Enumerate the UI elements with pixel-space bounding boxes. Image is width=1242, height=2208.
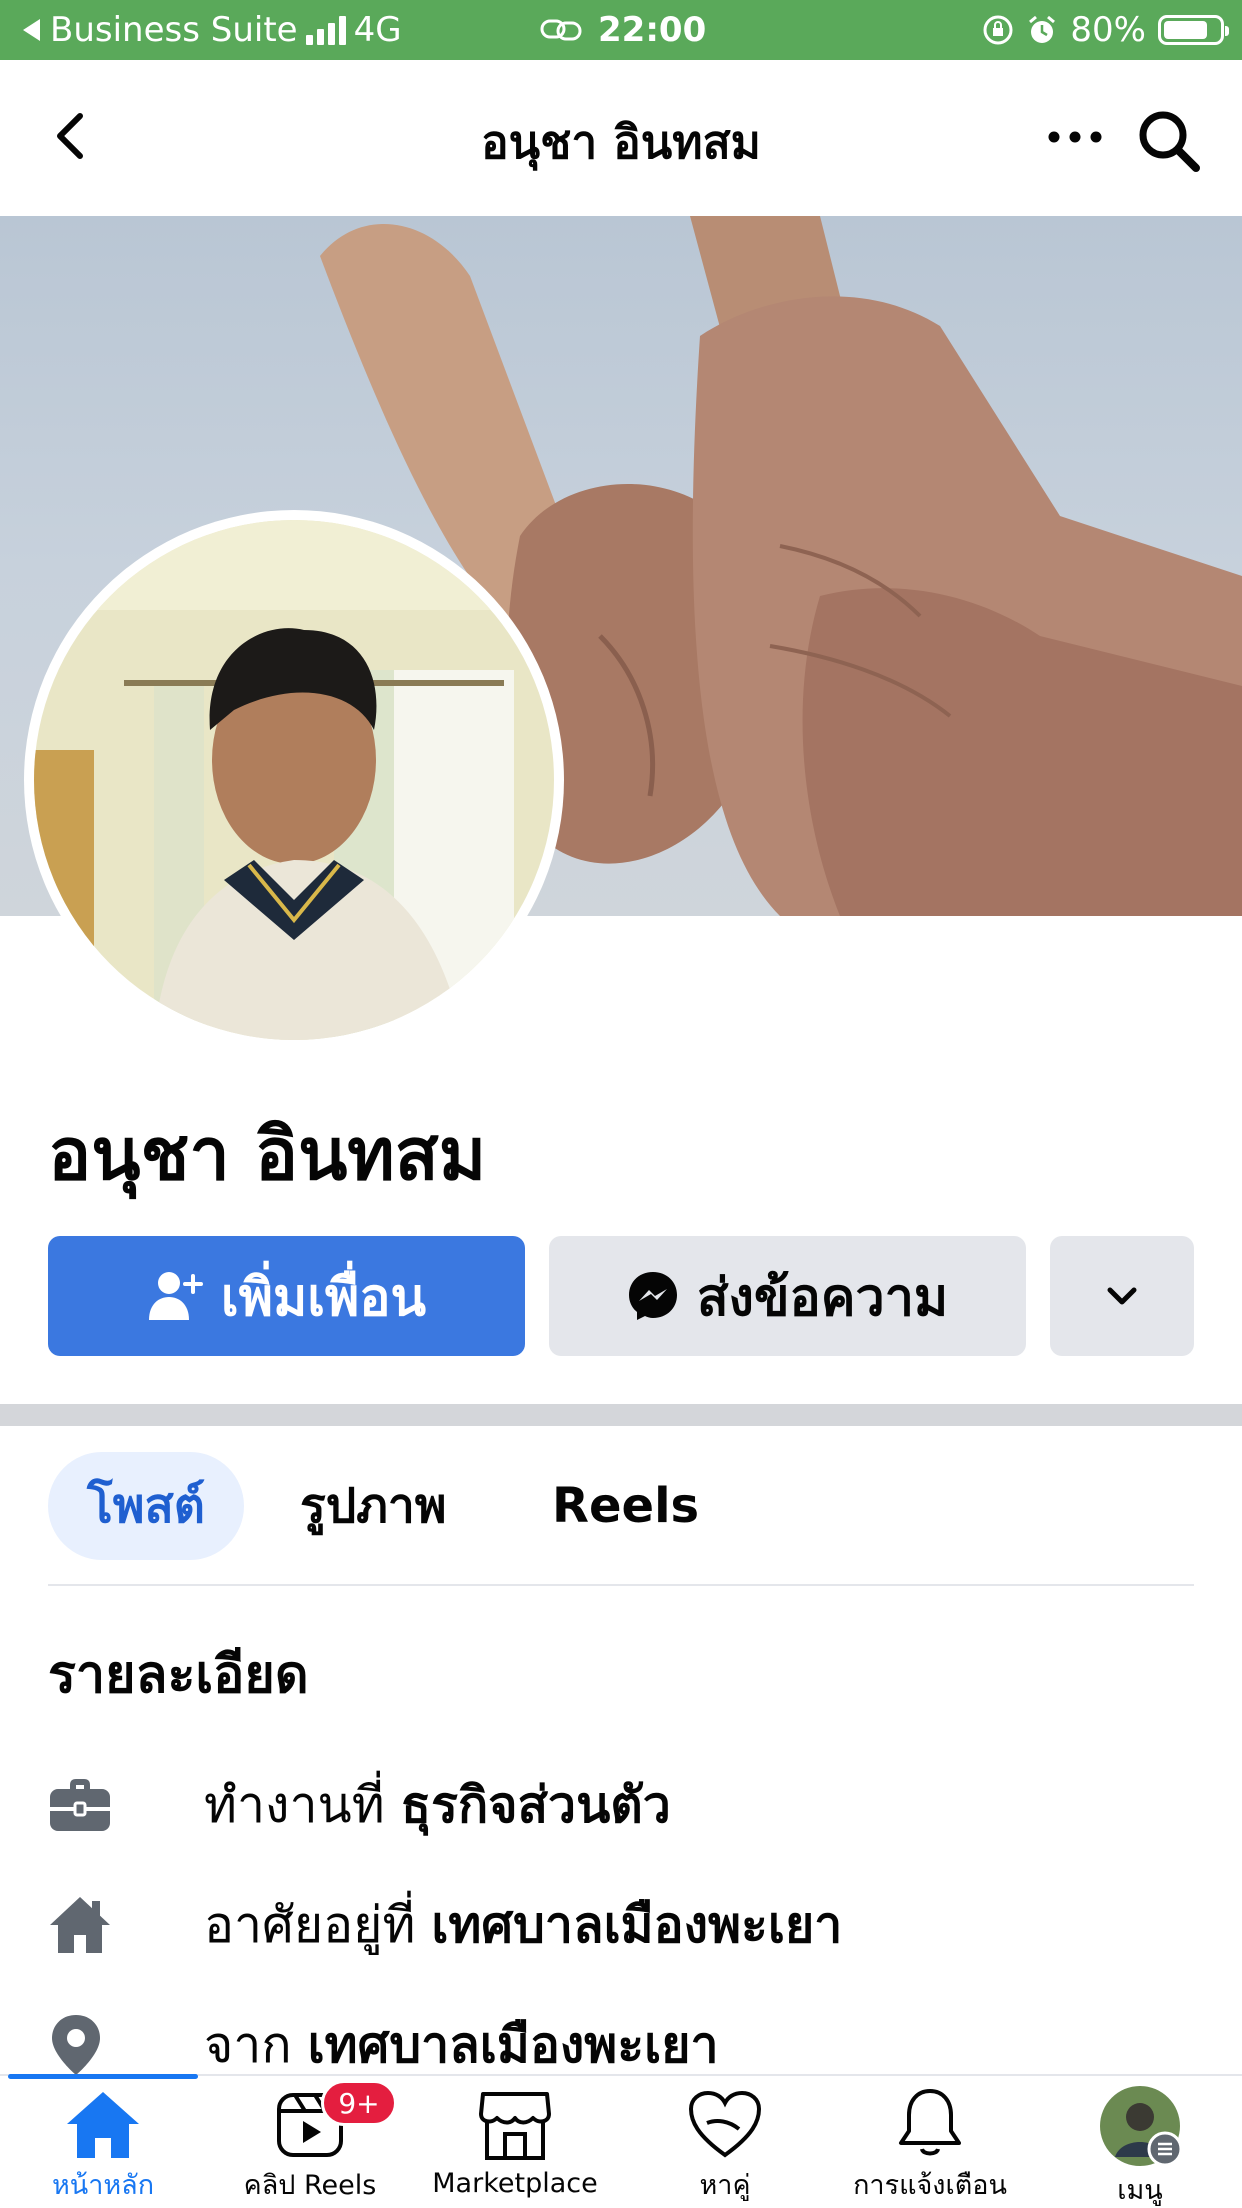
profile-header: อนุชา อินทสม — [0, 60, 1242, 216]
bottom-navigation — [0, 2074, 1242, 2208]
back-to-app[interactable]: Business Suite 4G — [20, 0, 402, 60]
home-icon — [58, 2086, 148, 2161]
detail-row-lives: อาศัยอยู่ที่ เทศบาลเมืองพะเยา — [48, 1880, 842, 1970]
nav-notifications-label: การแจ้งเตือน — [853, 2170, 1007, 2201]
section-divider — [0, 1404, 1242, 1426]
search-button[interactable] — [1134, 106, 1204, 176]
ellipsis-icon — [1048, 131, 1102, 143]
briefcase-icon — [48, 1770, 132, 1840]
send-message-button[interactable]: ส่งข้อความ — [549, 1236, 1026, 1356]
tabs-divider — [48, 1584, 1194, 1586]
shop-icon — [470, 2086, 560, 2166]
status-bar: Business Suite 4G 22:00 80% — [0, 0, 1242, 60]
tab-posts[interactable]: โพสต์ — [48, 1452, 244, 1560]
search-icon — [1139, 111, 1200, 172]
nav-dating-label: หาคู่ — [699, 2170, 751, 2201]
detail-lives-value: เทศบาลเมืองพะเยา — [431, 1895, 843, 1954]
home-icon — [48, 1890, 132, 1960]
active-tab-indicator — [8, 2074, 198, 2079]
battery-fill — [1164, 21, 1208, 39]
nav-marketplace-label: Marketplace — [432, 2168, 598, 2199]
menu-avatar-icon — [1095, 2086, 1185, 2167]
heart-icon — [680, 2086, 770, 2161]
add-friend-label: เพิ่มเพื่อน — [220, 1267, 427, 1328]
detail-lives-prefix: อาศัยอยู่ที่ — [204, 1895, 416, 1954]
nav-dating[interactable]: หาคู่ — [675, 2086, 775, 2206]
nav-home[interactable]: หน้าหลัก — [48, 2086, 158, 2206]
network-type: 4G — [353, 10, 402, 50]
link-icon — [540, 19, 582, 41]
tab-photos[interactable]: รูปภาพ — [300, 1452, 446, 1560]
detail-work-prefix: ทำงานที่ — [204, 1775, 385, 1834]
back-triangle-icon — [23, 19, 40, 41]
detail-from-prefix: จาก — [204, 2015, 292, 2074]
battery-icon — [1158, 15, 1229, 45]
more-options-button[interactable] — [1040, 112, 1110, 162]
battery-percent: 80% — [1070, 10, 1146, 50]
more-actions-button[interactable] — [1050, 1236, 1194, 1356]
location-pin-icon — [48, 2010, 132, 2080]
clock: 22:00 — [598, 10, 707, 50]
back-app-label: Business Suite — [50, 10, 298, 50]
add-friend-icon — [148, 1272, 203, 1320]
chevron-down-icon — [1107, 1287, 1137, 1305]
profile-picture[interactable] — [24, 510, 564, 1050]
detail-work-value: ธุรกิจส่วนตัว — [400, 1775, 671, 1834]
nav-notifications[interactable]: การแจ้งเตือน — [850, 2086, 1010, 2206]
tab-reels[interactable]: Reels — [552, 1452, 699, 1560]
nav-reels[interactable]: 9+ คลิป Reels — [240, 2080, 397, 2206]
add-friend-button[interactable]: เพิ่มเพื่อน — [48, 1236, 525, 1356]
nav-marketplace[interactable]: Marketplace — [430, 2086, 600, 2206]
alarm-icon — [1029, 15, 1056, 43]
detail-row-work: ทำงานที่ ธุรกิจส่วนตัว — [48, 1760, 671, 1850]
nav-menu-label: เมนู — [1117, 2175, 1163, 2206]
bell-icon — [885, 2086, 975, 2161]
reels-icon: 9+ — [265, 2080, 397, 2161]
signal-icon — [305, 15, 346, 45]
profile-photo-image — [34, 520, 554, 1040]
nav-reels-label: คลิป Reels — [243, 2170, 377, 2201]
reels-badge: 9+ — [321, 2080, 397, 2126]
nav-home-label: หน้าหลัก — [51, 2170, 155, 2201]
details-heading: รายละเอียด — [48, 1645, 309, 1705]
nav-menu[interactable]: เมนู — [1095, 2086, 1185, 2206]
profile-name: อนุชา อินทสม — [48, 1112, 487, 1196]
detail-from-value: เทศบาลเมืองพะเยา — [307, 2015, 719, 2074]
send-message-label: ส่งข้อความ — [696, 1267, 949, 1328]
messenger-icon — [628, 1272, 677, 1320]
orientation-lock-icon — [983, 15, 1013, 45]
